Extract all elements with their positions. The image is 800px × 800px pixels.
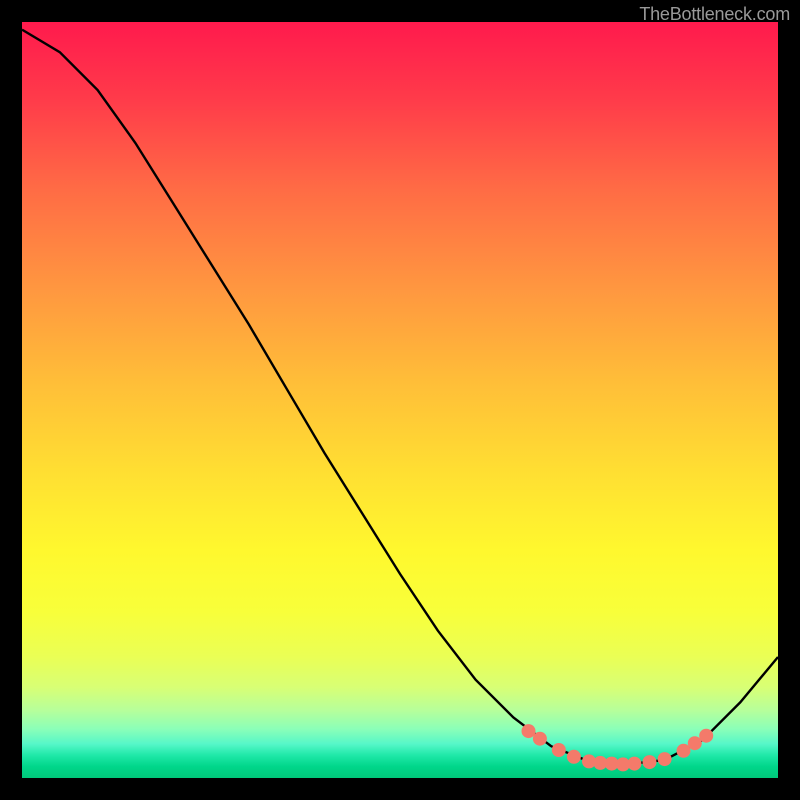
trough-markers-group — [522, 724, 714, 771]
chart-frame: TheBottleneck.com — [0, 0, 800, 800]
plot-area — [22, 22, 778, 778]
bottleneck-curve — [22, 30, 778, 765]
trough-marker — [533, 732, 547, 746]
curve-layer — [22, 22, 778, 778]
trough-marker — [627, 757, 641, 771]
trough-marker — [522, 724, 536, 738]
trough-marker — [567, 750, 581, 764]
trough-marker — [688, 736, 702, 750]
trough-marker — [643, 755, 657, 769]
watermark-text: TheBottleneck.com — [639, 4, 790, 25]
trough-marker — [552, 743, 566, 757]
trough-marker — [699, 729, 713, 743]
trough-marker — [658, 752, 672, 766]
